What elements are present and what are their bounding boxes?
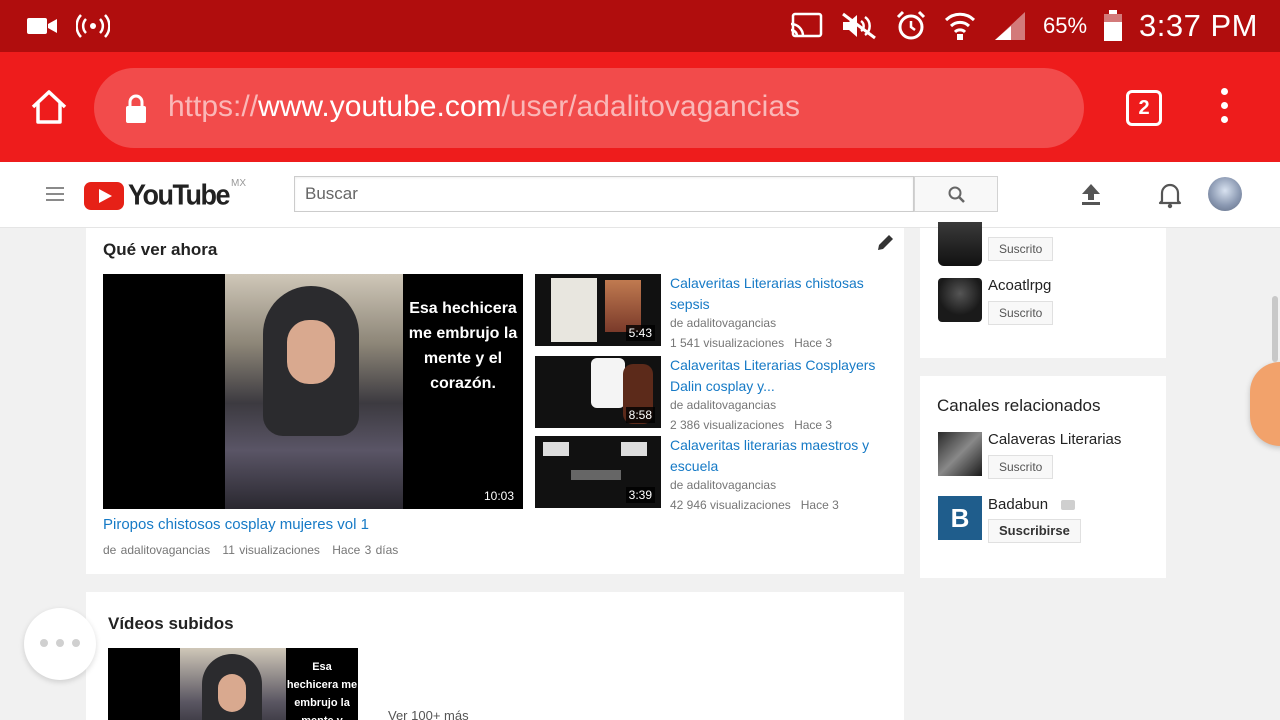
scrollbar[interactable] (1272, 296, 1278, 362)
featured-video-title[interactable]: Piropos chistosos cosplay mujeres vol 1 (103, 516, 369, 533)
video-age: Hace 3 (794, 336, 833, 350)
video-title[interactable]: Calaveritas Literarias chistosas sepsis (670, 273, 890, 315)
list-item: 5:43 Calaveritas Literarias chistosas se… (535, 273, 895, 350)
search-input[interactable] (295, 177, 913, 211)
notifications-bell-icon[interactable] (1158, 181, 1182, 209)
battery-percent: 65% (1043, 13, 1088, 38)
url-scheme: https:// (168, 90, 259, 123)
wifi-icon (944, 12, 976, 40)
subscribed-button[interactable]: Suscrito (988, 237, 1054, 261)
video-thumbnail[interactable]: 8:58 (535, 356, 661, 428)
video-duration: 8:58 (625, 407, 655, 423)
video-age: Hace 3 días (332, 543, 399, 557)
youtube-logo[interactable]: YouTube MX (84, 178, 246, 211)
video-title[interactable]: Calaveritas Literarias Cosplayers Dalin … (670, 355, 890, 397)
list-item: 8:58 Calaveritas Literarias Cosplayers D… (535, 355, 895, 432)
thumbnail-caption: Esa hechicera me embrujo la mente y el c… (408, 300, 518, 392)
related-channels: Canales relacionados Calaveras Literaria… (920, 376, 1166, 578)
upload-icon[interactable] (1080, 182, 1102, 206)
subscribed-button[interactable]: Suscrito (988, 301, 1054, 325)
alarm-icon (896, 10, 926, 40)
video-thumbnail[interactable]: Esa hechicera me embrujo la mente y (108, 648, 358, 720)
video-meta: 42 946 visualizaciones Hace 3 (670, 498, 839, 512)
battery-icon (1104, 10, 1123, 41)
section-title: Canales relacionados (937, 396, 1101, 415)
see-more-link[interactable]: Ver 100+ más (388, 708, 469, 720)
video-channel[interactable]: de adalitovagancias (670, 398, 776, 412)
section-title: Qué ver ahora (103, 240, 218, 259)
video-camera-icon (27, 18, 57, 34)
floating-action-button[interactable] (24, 608, 96, 680)
featured-video-meta: de adalitovagancias 11 visualizaciones H… (103, 543, 406, 557)
video-thumbnail[interactable]: 5:43 (535, 274, 661, 346)
video-channel[interactable]: de adalitovagancias (670, 478, 776, 492)
tab-count: 2 (1138, 97, 1150, 119)
video-views: 42 946 visualizaciones (670, 498, 791, 512)
tab-switcher-button[interactable]: 2 (1126, 90, 1162, 126)
url-path: /user/adalitovagancias (501, 90, 801, 123)
youtube-header: YouTube MX (0, 162, 1280, 228)
channel-avatar[interactable] (938, 432, 982, 476)
thumbnail-caption: Esa hechicera me embrujo la mente y (286, 661, 358, 720)
video-thumbnail[interactable]: 3:39 (535, 436, 661, 508)
subscribe-button[interactable]: Suscribirse (988, 519, 1081, 543)
section-title: Vídeos subidos (108, 614, 234, 633)
floating-bubble[interactable] (1250, 362, 1280, 446)
thumbnail-image (225, 274, 403, 509)
video-age: Hace 3 (794, 418, 833, 432)
uploads-section: Vídeos subidos Esa hechicera me embrujo … (86, 592, 904, 720)
subscriptions-list: Suscrito Acoatlrpg Suscrito (920, 222, 1166, 358)
video-duration: 5:43 (625, 325, 655, 341)
address-bar[interactable]: https://www.youtube.com/user/adalitovaga… (94, 68, 1084, 148)
video-duration: 3:39 (625, 487, 655, 503)
video-duration: 10:03 (480, 488, 517, 504)
url-text: https://www.youtube.com/user/adalitovaga… (168, 90, 800, 124)
signal-icon (995, 12, 1025, 40)
lock-icon (126, 94, 146, 123)
featured-video-thumbnail[interactable]: Esa hechicera me embrujo la mente y el c… (103, 274, 523, 509)
thumbnail-image (180, 648, 286, 720)
video-views: 2 386 visualizaciones (670, 418, 785, 432)
channel-avatar[interactable]: B (938, 496, 982, 540)
search-button[interactable] (914, 176, 998, 212)
video-views: 11 visualizaciones (222, 543, 320, 557)
channel-name[interactable]: Calaveras Literarias (988, 431, 1121, 448)
youtube-play-icon (84, 181, 124, 210)
channel-name[interactable]: Badabun (988, 496, 1048, 513)
verified-icon (1061, 500, 1075, 510)
guide-menu-icon[interactable] (46, 187, 64, 201)
list-item: 3:39 Calaveritas literarias maestros y e… (535, 435, 895, 512)
logo-text: YouTube (128, 179, 230, 211)
region-code: MX (230, 178, 246, 189)
clock: 3:37 PM (1139, 8, 1258, 43)
video-channel[interactable]: de adalitovagancias (670, 316, 776, 330)
browser-toolbar: https://www.youtube.com/user/adalitovaga… (0, 52, 1280, 162)
cast-icon (790, 12, 823, 38)
video-title[interactable]: Calaveritas literarias maestros y escuel… (670, 435, 890, 477)
video-age: Hace 3 (800, 498, 839, 512)
video-meta: 1 541 visualizaciones Hace 3 (670, 336, 832, 350)
search-box (294, 176, 914, 212)
wifi-hotspot-icon (76, 14, 110, 38)
channel-avatar[interactable] (938, 278, 982, 322)
video-meta: 2 386 visualizaciones Hace 3 (670, 418, 832, 432)
overflow-menu-icon[interactable] (1216, 88, 1232, 128)
video-views: 1 541 visualizaciones (670, 336, 785, 350)
search-icon (948, 186, 965, 203)
home-icon[interactable] (28, 86, 70, 128)
whats-on-section: Qué ver ahora Esa hechicera me embrujo l… (86, 228, 904, 574)
edit-pencil-icon[interactable] (876, 234, 894, 252)
url-domain: www.youtube.com (258, 90, 502, 123)
channel-name[interactable]: Acoatlrpg (988, 277, 1051, 294)
account-avatar[interactable] (1208, 177, 1242, 211)
video-channel[interactable]: de adalitovagancias (103, 543, 210, 557)
status-bar: 65% 3:37 PM (0, 0, 1280, 52)
channel-avatar[interactable] (938, 222, 982, 266)
mute-icon (842, 12, 876, 40)
subscribed-button[interactable]: Suscrito (988, 455, 1054, 479)
